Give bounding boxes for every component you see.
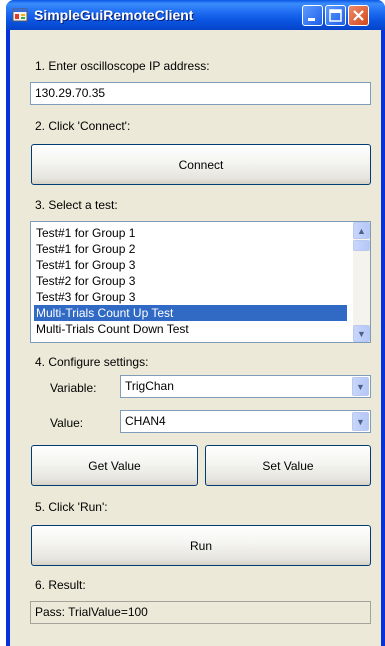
select-test-label: 3. Select a test: [35,198,118,212]
list-item[interactable]: Test#2 for Group 3 [34,273,347,289]
connect-step-label: 2. Click 'Connect': [35,119,131,133]
title-bar[interactable]: SimpleGuiRemoteClient [6,0,385,30]
close-icon [353,10,364,21]
client-area: 1. Enter oscilloscope IP address: 130.29… [10,30,381,646]
list-item[interactable]: Test#1 for Group 2 [34,241,347,257]
variable-dropdown[interactable]: TrigChan ▼ [120,375,371,398]
scroll-up-button[interactable]: ▲ [353,222,370,239]
get-value-button[interactable]: Get Value [31,445,198,486]
run-button[interactable]: Run [31,525,371,566]
chevron-down-icon: ▼ [356,416,365,427]
scrollbar-thumb[interactable] [353,240,370,251]
result-display: Pass: TrialValue=100 [30,601,371,624]
value-label: Value: [50,416,84,430]
close-button[interactable] [348,5,369,26]
chevron-down-icon: ▼ [356,381,365,392]
ip-address-label: 1. Enter oscilloscope IP address: [35,59,210,73]
ip-address-input[interactable]: 130.29.70.35 [30,82,371,105]
scroll-down-button[interactable]: ▼ [353,325,370,342]
minimize-button[interactable] [302,5,323,26]
configure-settings-label: 4. Configure settings: [35,355,149,369]
maximize-button[interactable] [325,5,346,26]
variable-dropdown-value: TrigChan [125,379,174,393]
variable-dropdown-button[interactable]: ▼ [352,377,369,396]
app-window: SimpleGuiRemoteClient 1. Enter oscillosc… [6,0,385,646]
chevron-up-icon: ▲ [357,225,366,236]
window-title: SimpleGuiRemoteClient [34,7,194,23]
list-item-selected[interactable]: Multi-Trials Count Up Test [34,305,347,321]
list-item[interactable]: Test#1 for Group 1 [34,225,347,241]
list-item[interactable]: Multi-Trials Count Down Test [34,321,347,337]
chevron-down-icon: ▼ [357,328,366,339]
maximize-icon [329,9,342,22]
result-label: 6. Result: [35,578,86,592]
run-step-label: 5. Click 'Run': [35,500,108,514]
variable-label: Variable: [50,381,97,395]
listbox-scrollbar[interactable]: ▲ ▼ [353,222,370,342]
app-icon [12,8,28,22]
value-dropdown[interactable]: CHAN4 ▼ [120,410,371,433]
value-dropdown-value: CHAN4 [125,414,166,428]
set-value-button[interactable]: Set Value [205,445,371,486]
value-dropdown-button[interactable]: ▼ [352,412,369,431]
connect-button[interactable]: Connect [31,144,371,185]
minimize-icon [308,18,315,21]
list-item[interactable]: Test#1 for Group 3 [34,257,347,273]
test-listbox[interactable]: Test#1 for Group 1 Test#1 for Group 2 Te… [30,221,371,343]
list-item[interactable]: Test#3 for Group 3 [34,289,347,305]
